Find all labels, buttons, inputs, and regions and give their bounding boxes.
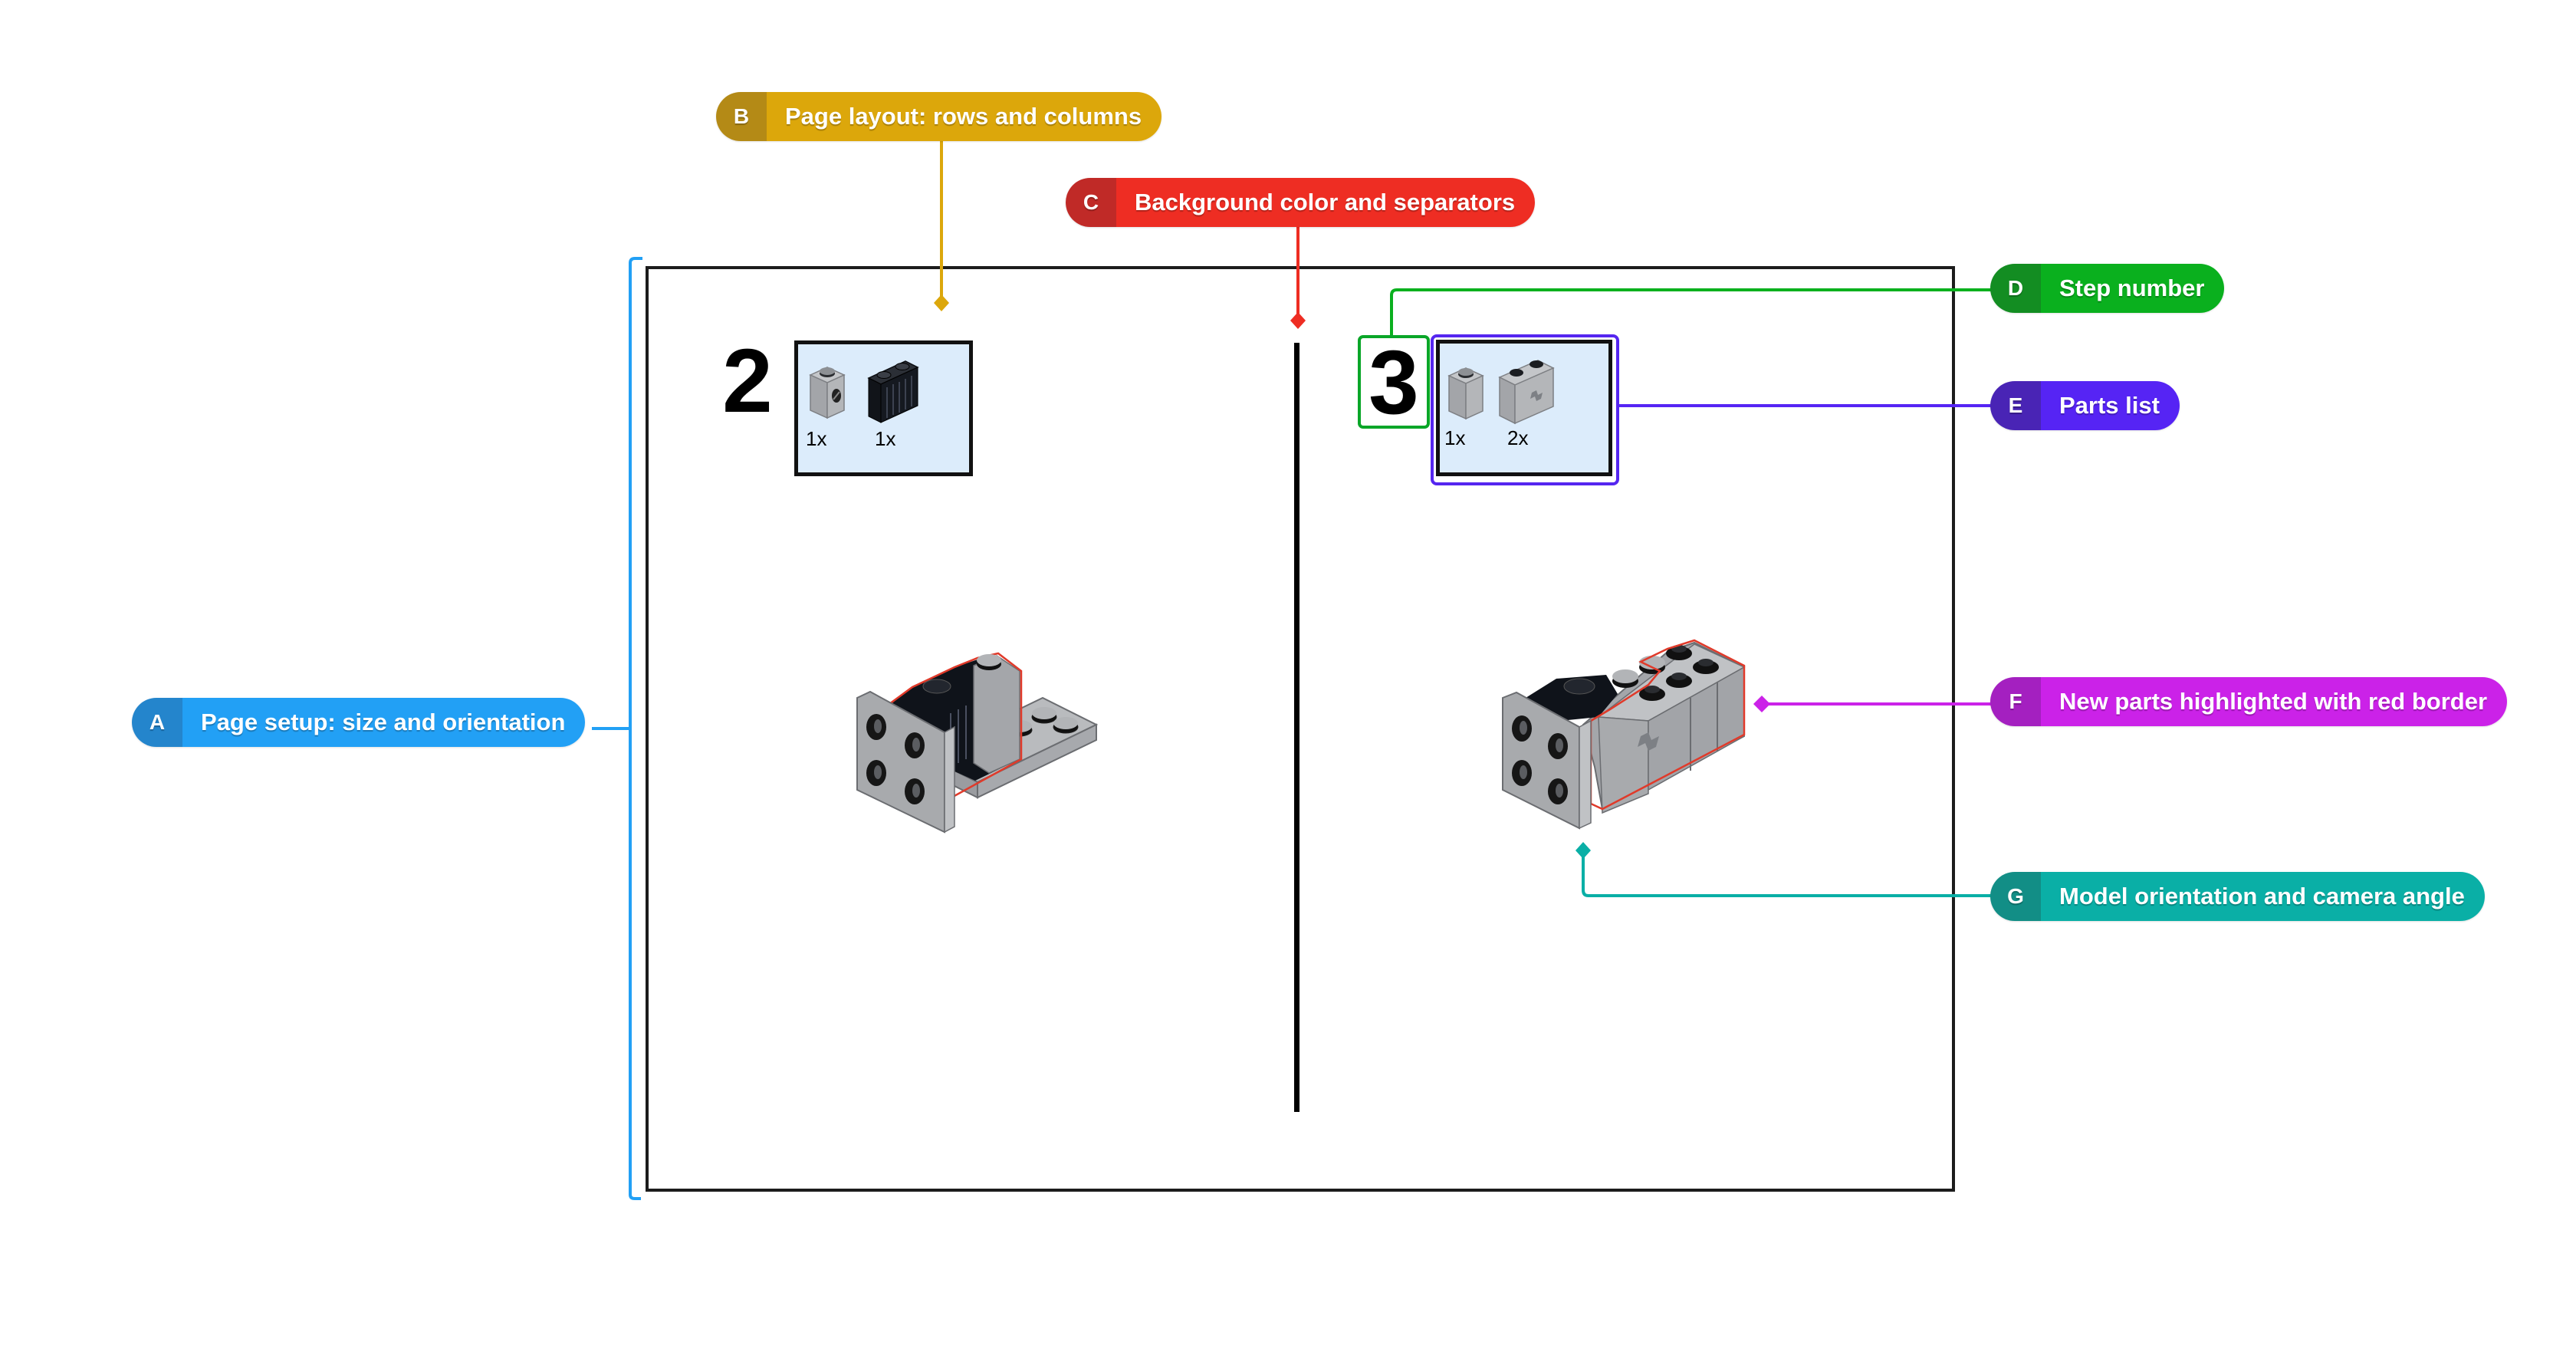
part-qty: 1x [806, 427, 826, 450]
annotation-b: B Page layout: rows and columns [716, 92, 1162, 141]
annotation-label: Page layout: rows and columns [767, 92, 1162, 141]
part-qty: 1x [1444, 426, 1465, 449]
technic-brick-1x2-icon [1498, 360, 1555, 425]
brick-1x1-icon [1447, 367, 1484, 420]
annotation-label: Parts list [2041, 381, 2180, 430]
annotation-letter: A [132, 698, 182, 747]
column-separator [1294, 343, 1300, 1112]
brick-1x2-grille-icon [867, 360, 919, 423]
annotation-c: C Background color and separators [1066, 178, 1536, 227]
annotation-letter: F [1990, 677, 2041, 726]
annotation-e: E Parts list [1990, 381, 2180, 430]
part-qty: 2x [1507, 426, 1528, 449]
parts-list-step-2: 1x 1x [794, 340, 973, 476]
annotation-label: Model orientation and camera angle [2041, 872, 2485, 921]
annotation-label: Page setup: size and orientation [182, 698, 586, 747]
annotation-a: A Page setup: size and orientation [132, 698, 586, 747]
annotation-d: D Step number [1990, 264, 2225, 313]
step-number-3: 3 [1368, 332, 1419, 433]
annotation-letter: G [1990, 872, 2041, 921]
annotation-label: Background color and separators [1116, 178, 1536, 227]
parts-list-step-3: 1x 2x [1436, 340, 1612, 476]
annotation-letter: D [1990, 264, 2041, 313]
step-number-2: 2 [722, 331, 773, 432]
part-qty: 1x [875, 427, 895, 450]
annotation-f: F New parts highlighted with red border [1990, 677, 2508, 726]
brick-1x1-side-stud-icon [809, 367, 846, 419]
annotation-letter: E [1990, 381, 2041, 430]
annotation-letter: C [1066, 178, 1116, 227]
annotation-letter: B [716, 92, 767, 141]
annotation-label: Step number [2041, 264, 2225, 313]
annotation-label: New parts highlighted with red border [2041, 677, 2508, 726]
annotation-g: G Model orientation and camera angle [1990, 872, 2485, 921]
leader-a [592, 257, 642, 1200]
